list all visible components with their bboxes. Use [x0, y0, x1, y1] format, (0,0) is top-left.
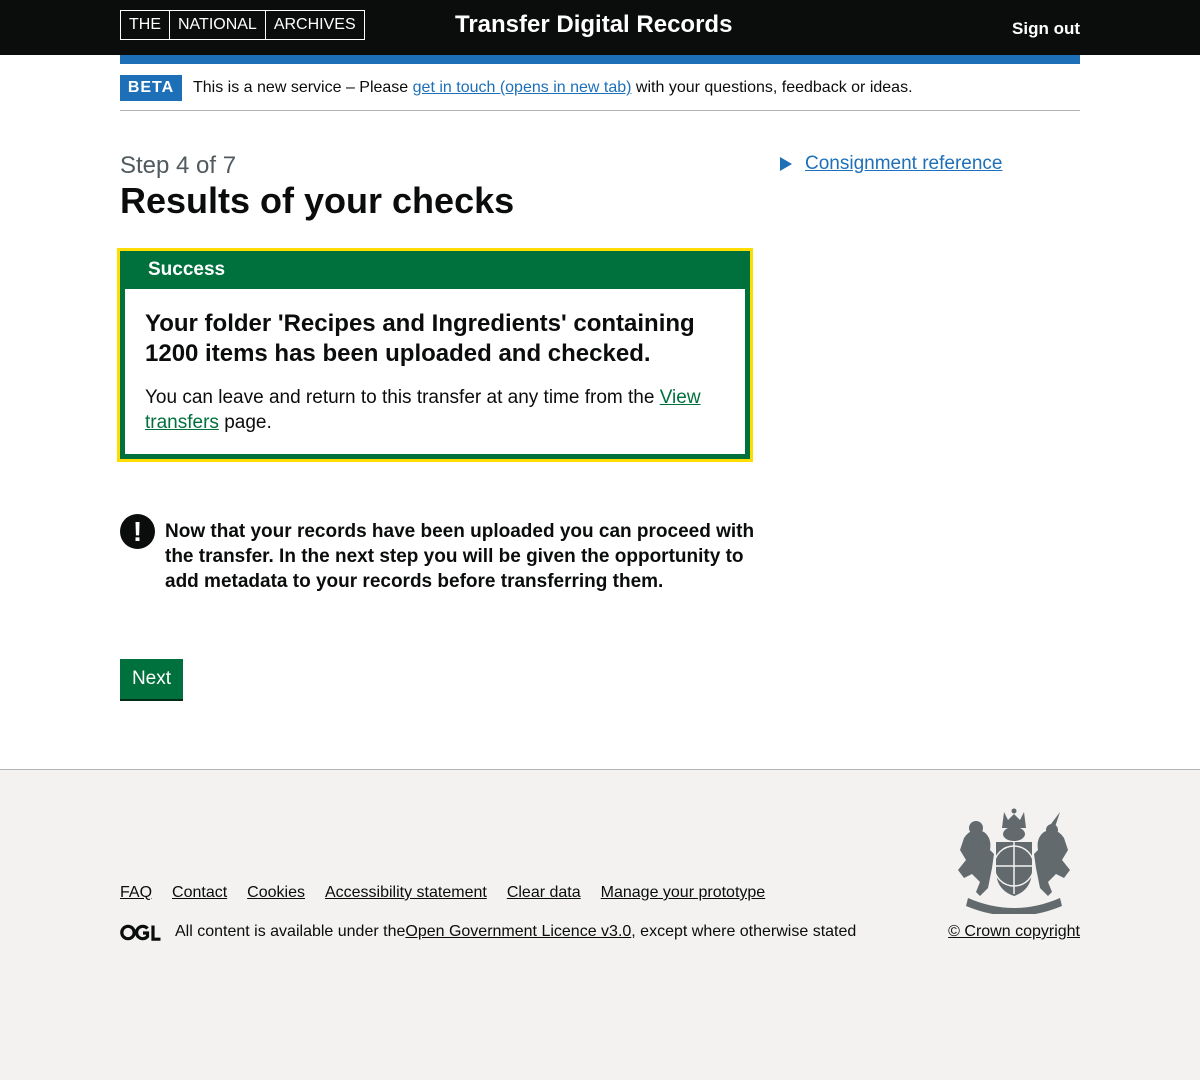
licence-text-before: All content is available under the	[175, 923, 406, 940]
warning-text: Now that your records have been uploaded…	[165, 521, 755, 592]
footer-link-accessibility[interactable]: Accessibility statement	[325, 883, 487, 903]
consignment-reference-summary[interactable]: Consignment reference	[805, 152, 1003, 176]
feedback-link[interactable]: get in touch (opens in new tab)	[413, 79, 632, 96]
success-text-before: You can leave and return to this transfe…	[145, 387, 660, 408]
royal-coat-of-arms-icon	[958, 808, 1070, 914]
footer-links: FAQ Contact Cookies Accessibility statem…	[120, 883, 765, 903]
warning-icon: !	[120, 514, 155, 549]
phase-banner-text: This is a new service – Please get in to…	[193, 77, 913, 99]
crown-copyright-link[interactable]: © Crown copyright	[948, 922, 1080, 942]
disclosure-triangle-icon[interactable]	[780, 157, 792, 171]
success-heading: Your folder 'Recipes and Ingredients' co…	[145, 310, 695, 367]
open-government-licence-link[interactable]: Open Government Licence v3.0	[405, 922, 631, 942]
licence-statement: All content is available under the Open …	[120, 922, 856, 942]
beta-tag: BETA	[120, 75, 182, 101]
success-text-after: page.	[218, 412, 272, 433]
footer-link-faq[interactable]: FAQ	[120, 883, 152, 903]
consignment-reference-details[interactable]: Consignment reference	[780, 152, 1003, 176]
sign-out-link[interactable]: Sign out	[1012, 17, 1080, 41]
header-blue-bar	[120, 55, 1080, 64]
service-name[interactable]: Transfer Digital Records	[455, 10, 732, 40]
footer-link-clear-data[interactable]: Clear data	[507, 883, 581, 903]
ogl-logo-icon	[120, 924, 161, 941]
success-banner-content: Your folder 'Recipes and Ingredients' co…	[125, 289, 745, 454]
logo-word-national: NATIONAL	[170, 11, 266, 39]
logo-word-the: THE	[121, 11, 170, 39]
logo-word-archives: ARCHIVES	[273, 16, 356, 33]
site-footer: FAQ Contact Cookies Accessibility statem…	[0, 769, 1200, 1080]
page-title: Results of your checks	[120, 180, 515, 221]
success-text: You can leave and return to this transfe…	[145, 385, 725, 435]
next-button[interactable]: Next	[120, 659, 183, 699]
site-header: THE NATIONAL ARCHIVES Transfer Digital R…	[0, 0, 1200, 55]
footer-link-cookies[interactable]: Cookies	[247, 883, 305, 903]
footer-link-contact[interactable]: Contact	[172, 883, 227, 903]
phase-banner-text-after: with your questions, feedback or ideas.	[631, 79, 913, 96]
phase-banner: BETA This is a new service – Please get …	[120, 64, 1080, 111]
phase-banner-text-before: This is a new service – Please	[193, 79, 413, 96]
footer-link-manage-prototype[interactable]: Manage your prototype	[601, 883, 766, 903]
success-notification-banner: Success Your folder 'Recipes and Ingredi…	[117, 248, 753, 462]
national-archives-logo[interactable]: THE NATIONAL ARCHIVES	[120, 10, 365, 40]
step-caption: Step 4 of 7	[120, 152, 237, 179]
success-banner-frame: Success Your folder 'Recipes and Ingredi…	[120, 251, 750, 459]
success-banner-title: Success	[148, 259, 226, 280]
licence-text-after: , except where otherwise stated	[631, 923, 857, 940]
